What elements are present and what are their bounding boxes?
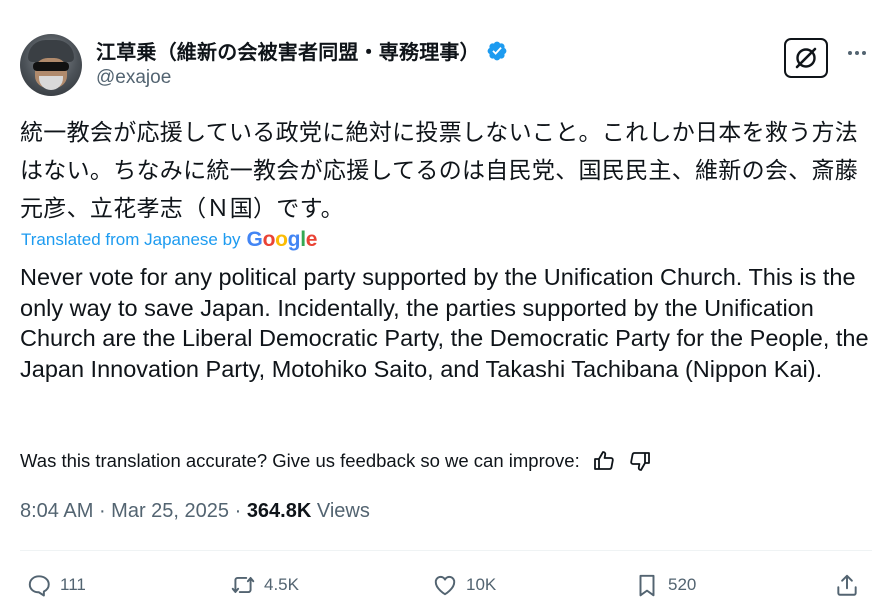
views-count: 364.8K	[246, 500, 312, 522]
more-icon[interactable]	[846, 42, 868, 64]
display-name-text[interactable]: 江草乗（維新の会被害者同盟・専務理事）	[96, 36, 480, 65]
tweet-date[interactable]: Mar 25, 2025	[111, 500, 229, 522]
thumbs-up-icon[interactable]	[592, 449, 616, 473]
google-logo: Google	[246, 228, 318, 251]
bookmark-count: 520	[668, 575, 697, 594]
share-icon	[837, 574, 857, 596]
repost-button[interactable]: 4.5K	[230, 572, 299, 598]
views-label: Views	[316, 500, 370, 522]
separator: ·	[93, 500, 112, 522]
reply-icon	[28, 575, 50, 597]
reply-count: 111	[60, 575, 86, 594]
bookmark-button[interactable]: 520	[634, 572, 696, 598]
like-count: 10K	[466, 575, 497, 594]
tweet-time[interactable]: 8:04 AM	[20, 500, 93, 522]
repost-icon	[231, 576, 255, 594]
avatar[interactable]	[20, 34, 82, 96]
translated-from-label: Translated from Japanese by	[21, 230, 241, 249]
feedback-prompt: Was this translation accurate? Give us f…	[20, 450, 580, 471]
reply-button[interactable]: 111	[26, 572, 86, 598]
bookmark-icon	[639, 574, 655, 597]
thumbs-down-icon[interactable]	[628, 449, 652, 473]
tweet-translated-text: Never vote for any political party suppo…	[20, 264, 869, 382]
translation-feedback: Was this translation accurate? Give us f…	[20, 449, 652, 473]
translation-attribution[interactable]: Translated from Japanese by Google	[21, 228, 317, 252]
tweet-metadata: 8:04 AM · Mar 25, 2025 · 364.8K Views	[20, 500, 370, 523]
like-button[interactable]: 10K	[432, 572, 496, 598]
grok-button[interactable]	[784, 38, 828, 78]
user-handle[interactable]: @exajoe	[96, 67, 171, 89]
share-button[interactable]	[834, 572, 868, 598]
display-name[interactable]: 江草乗（維新の会被害者同盟・専務理事）	[96, 36, 508, 65]
separator: ·	[229, 500, 247, 522]
verified-badge-icon	[487, 41, 507, 60]
divider	[20, 550, 872, 551]
repost-count: 4.5K	[264, 575, 299, 594]
like-icon	[434, 575, 456, 596]
tweet-original-text: 統一教会が応援している政党に絶対に投票しないこと。これしか日本を救う方法はない。…	[20, 120, 859, 222]
grok-icon	[795, 47, 817, 69]
